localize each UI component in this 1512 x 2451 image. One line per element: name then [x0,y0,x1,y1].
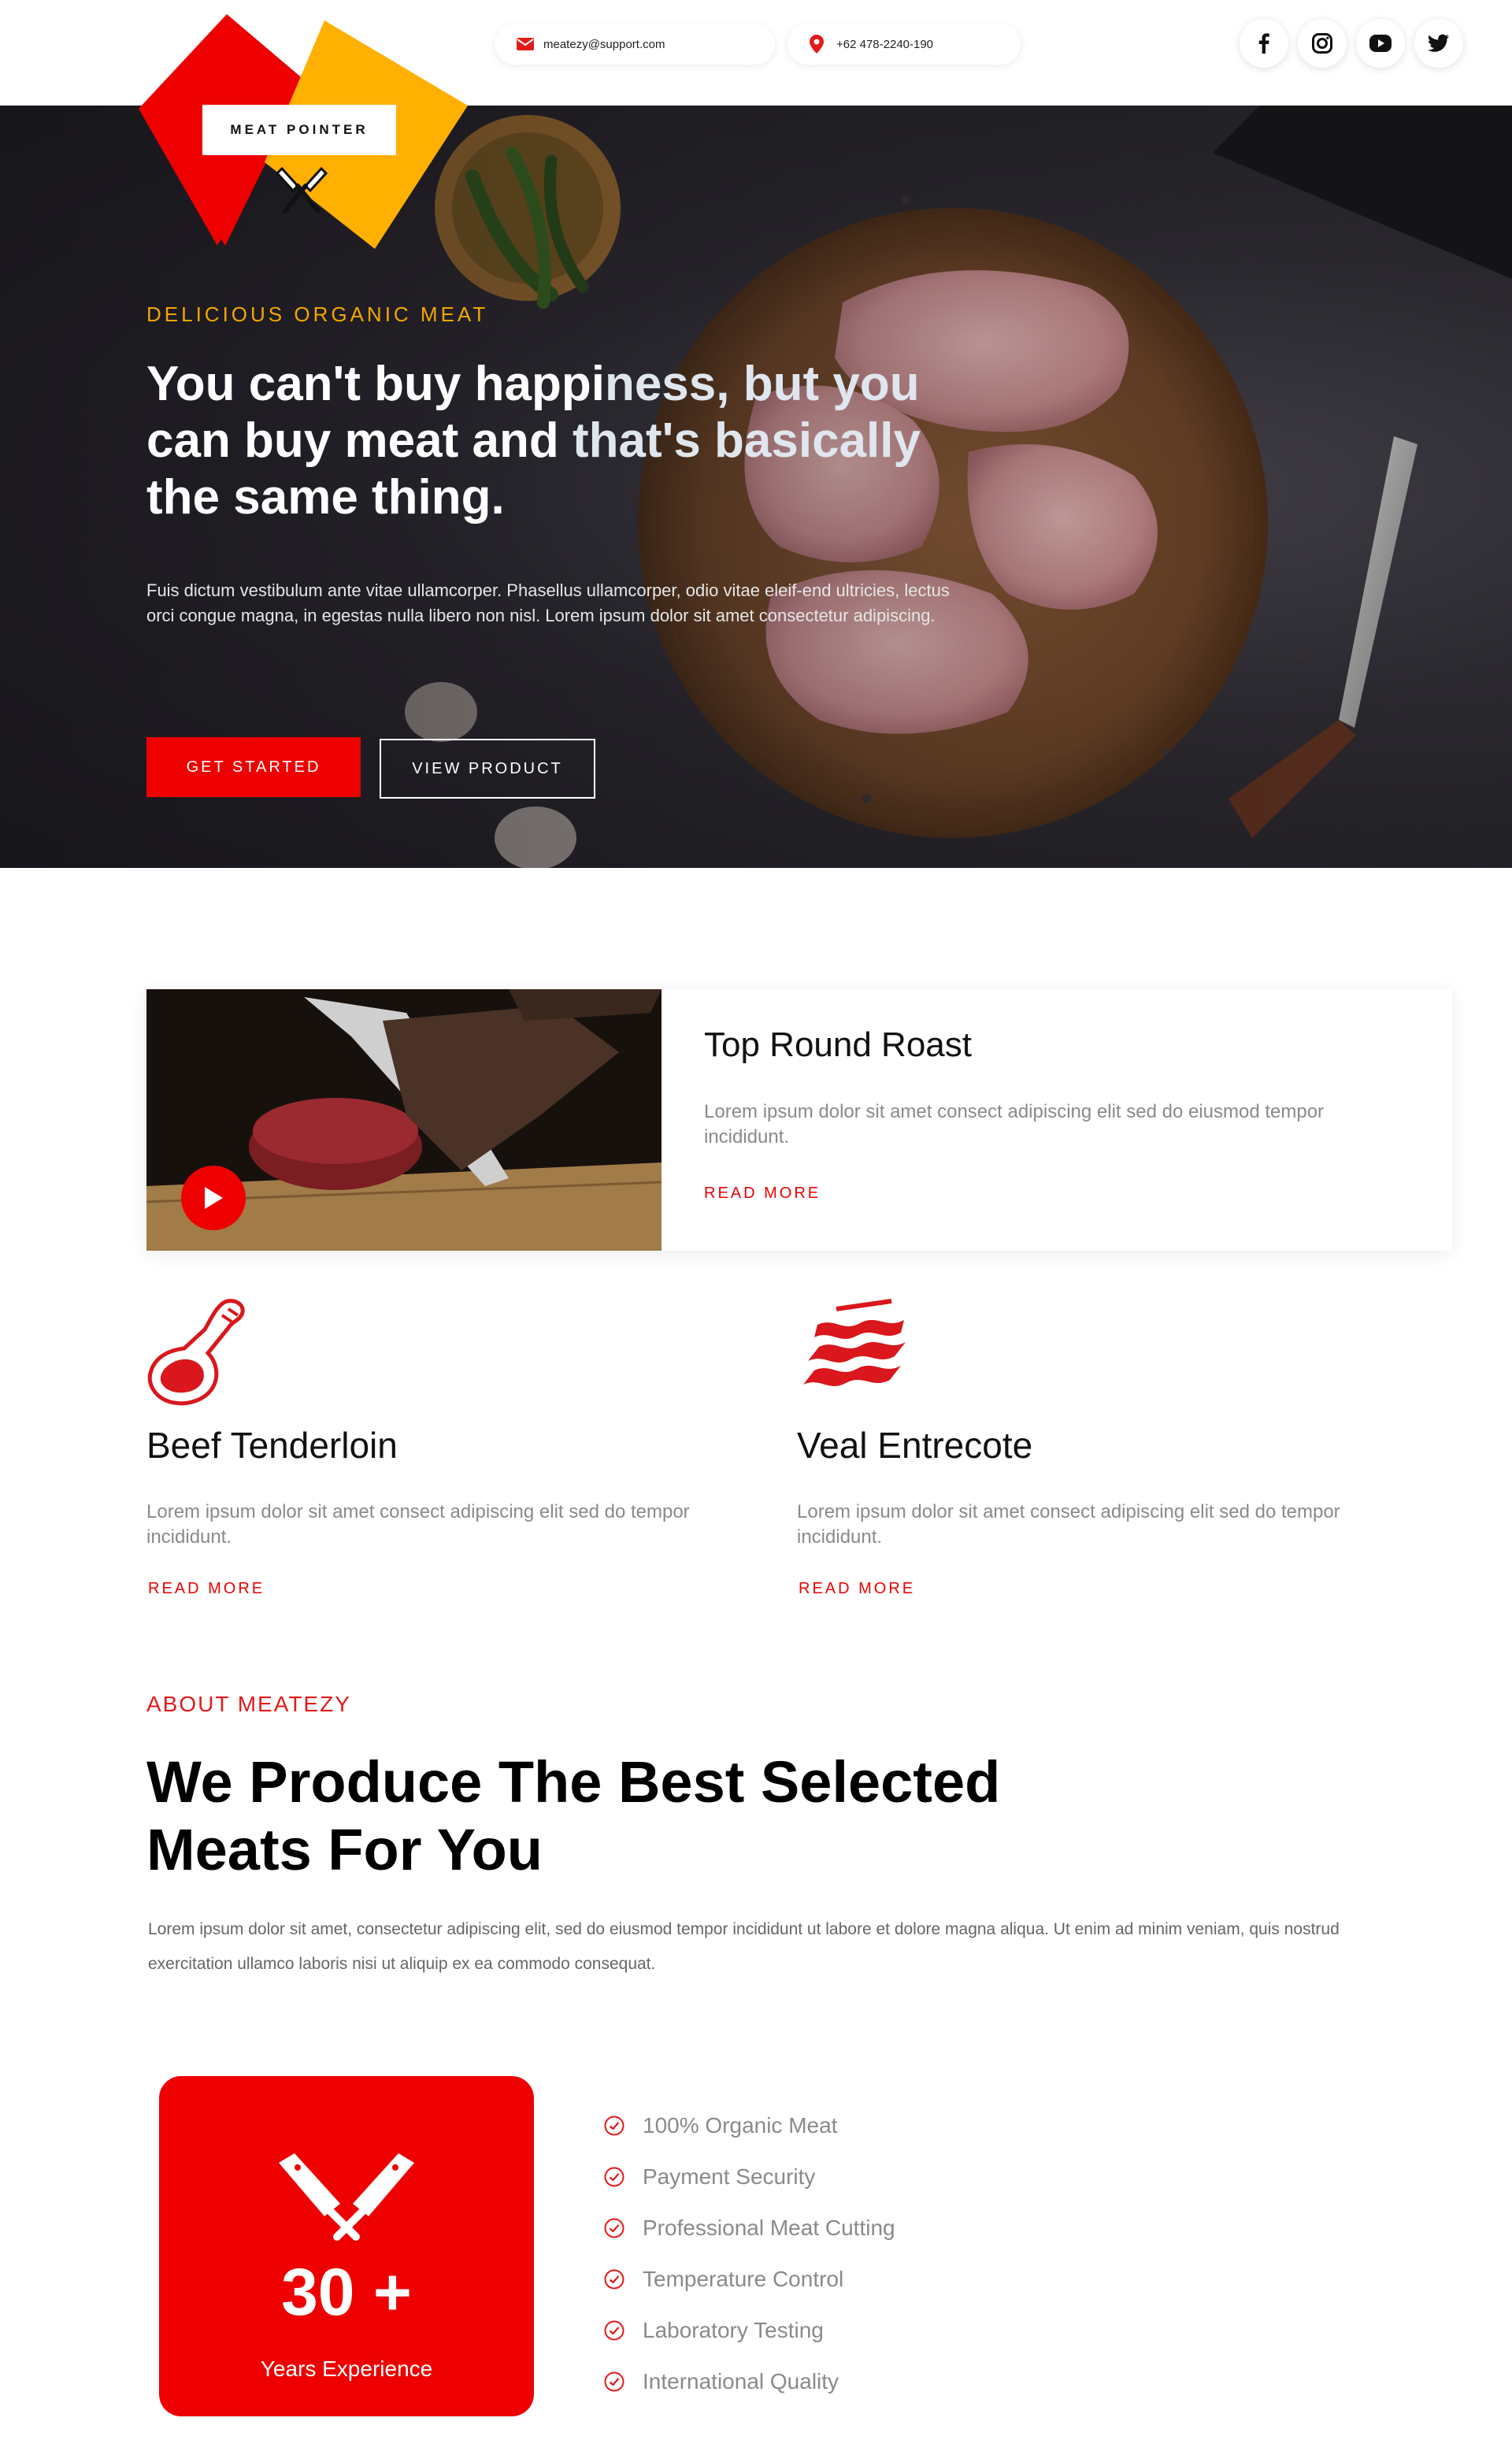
crossed-cleavers-icon [279,2153,414,2241]
about-title-line: Meats For You [146,1817,543,1882]
hero-title-part: ness, but you [604,357,920,411]
logo-badge: MEAT POINTER [202,105,396,155]
hero-title-part: You can't buy happi [146,357,605,411]
featured-product-card: Top Round Roast Lorem ipsum dolor sit am… [146,989,1452,1251]
play-video-button[interactable] [181,1166,246,1230]
about-title: We Produce The Best Selected Meats For Y… [146,1748,1170,1884]
check-circle-icon [603,2319,643,2342]
checklist-item-label: Laboratory Testing [643,2317,824,2342]
checklist-item-label: Professional Meat Cutting [643,2215,895,2240]
checklist-item-label: International Quality [643,2368,839,2394]
feature-video-thumbnail[interactable] [146,989,662,1251]
check-circle-icon [603,2268,643,2290]
check-circle-icon [603,2371,643,2393]
feature-read-more-link[interactable]: READ MORE [704,1185,821,1203]
checklist-item-label: Payment Security [643,2164,816,2189]
check-circle-icon [603,2115,643,2137]
check-circle-icon [603,2217,643,2239]
experience-card: 30 + Years Experience [159,2076,534,2416]
email-contact[interactable]: meatezy@support.com [495,24,775,65]
checklist-item-label: 100% Organic Meat [643,2112,838,2138]
play-icon [205,1187,223,1209]
checklist-item: 100% Organic Meat [603,2100,895,2151]
phone-contact[interactable]: +62 478-2240-190 [788,24,1021,65]
experience-number: 30 + [281,2255,412,2329]
feature-checklist: 100% Organic Meat Payment Security Profe… [603,2100,895,2407]
product-description: Lorem ipsum dolor sit amet consect adipi… [146,1501,690,1548]
twitter-icon[interactable] [1414,19,1463,68]
checklist-item: Temperature Control [603,2253,895,2305]
hero-title-part: that's basically [572,413,921,468]
about-eyebrow: ABOUT MEATEZY [146,1692,351,1716]
product-read-more-link[interactable]: READ MORE [799,1580,915,1598]
product-card: Beef Tenderloin Lorem ipsum dolor sit am… [146,1298,761,1597]
view-product-button[interactable]: VIEW PRODUCT [380,739,595,799]
checklist-item: International Quality [603,2356,895,2407]
social-links [1240,19,1463,68]
product-read-more-link[interactable]: READ MORE [148,1580,265,1598]
check-circle-icon [603,2166,643,2188]
product-description: Lorem ipsum dolor sit amet consect adipi… [797,1501,1340,1548]
phone-text: +62 478-2240-190 [836,37,934,51]
steak-icon [147,1299,245,1406]
hero-title-part: can buy meat and [146,413,573,468]
product-card: Veal Entrecote Lorem ipsum dolor sit ame… [797,1298,1411,1597]
youtube-icon[interactable] [1356,19,1405,68]
checklist-item: Laboratory Testing [603,2305,895,2356]
instagram-icon[interactable] [1298,19,1347,68]
hero-description: Fuis dictum vestibulum ante vitae ullamc… [146,580,950,625]
logo-text: MEAT POINTER [230,122,369,137]
product-title: Beef Tenderloin [146,1425,398,1466]
about-description: Lorem ipsum dolor sit amet, consectetur … [148,1920,1340,1973]
checklist-item: Professional Meat Cutting [603,2202,895,2253]
crossed-cleavers-icon [275,166,328,213]
hero-title: You can't buy happiness, but you can buy… [146,356,1060,526]
envelope-icon [517,38,543,50]
facebook-icon[interactable] [1240,19,1288,68]
hero-eyebrow: DELICIOUS ORGANIC MEAT [146,302,489,326]
feature-title: Top Round Roast [704,1025,972,1064]
checklist-item-label: Temperature Control [643,2266,844,2291]
feature-description: Lorem ipsum dolor sit amet consect adipi… [704,1101,1325,1148]
email-text: meatezy@support.com [543,37,665,51]
location-pin-icon [810,35,836,54]
site-logo[interactable]: MEAT POINTER [139,13,469,249]
checklist-item: Payment Security [603,2151,895,2202]
experience-label: Years Experience [260,2356,433,2381]
bacon-icon [803,1299,906,1386]
about-title-line: We Produce The Best Selected [146,1749,1001,1815]
hero-title-part: the same thing. [146,470,505,525]
product-title: Veal Entrecote [797,1425,1033,1466]
get-started-button[interactable]: GET STARTED [146,737,361,797]
